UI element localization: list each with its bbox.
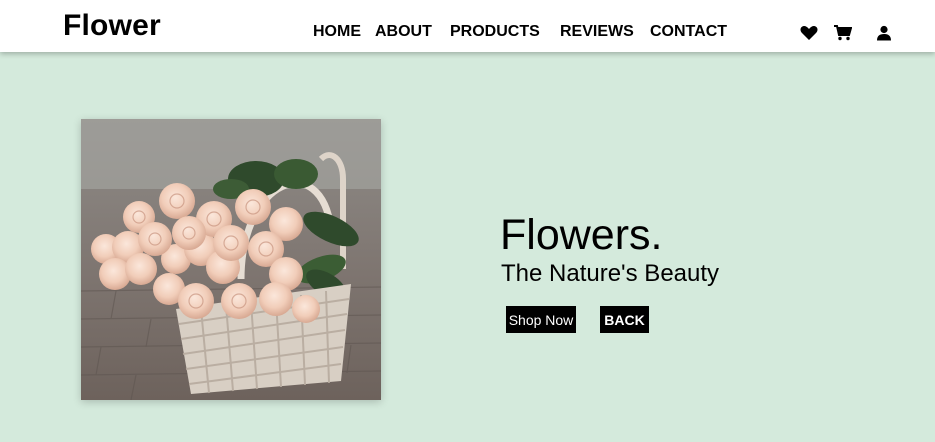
nav-link-home[interactable]: HOME (313, 23, 361, 41)
nav-link-contact[interactable]: CONTACT (650, 23, 727, 41)
hero-image (81, 119, 381, 400)
heart-icon[interactable] (800, 25, 818, 41)
back-button[interactable]: BACK (600, 306, 649, 333)
nav-link-reviews[interactable]: REVIEWS (560, 23, 634, 41)
nav-link-products[interactable]: PRODUCTS (450, 23, 540, 41)
nav-link-about[interactable]: ABOUT (375, 23, 432, 41)
shop-now-button[interactable]: Shop Now (506, 306, 576, 333)
navbar: Flower HOME ABOUT PRODUCTS REVIEWS CONTA… (0, 0, 935, 52)
cart-icon[interactable] (834, 25, 853, 41)
hero-title: Flowers. (500, 211, 663, 259)
user-icon[interactable] (876, 25, 894, 41)
hero-subtitle: The Nature's Beauty (501, 260, 720, 287)
brand-logo[interactable]: Flower (63, 9, 161, 43)
